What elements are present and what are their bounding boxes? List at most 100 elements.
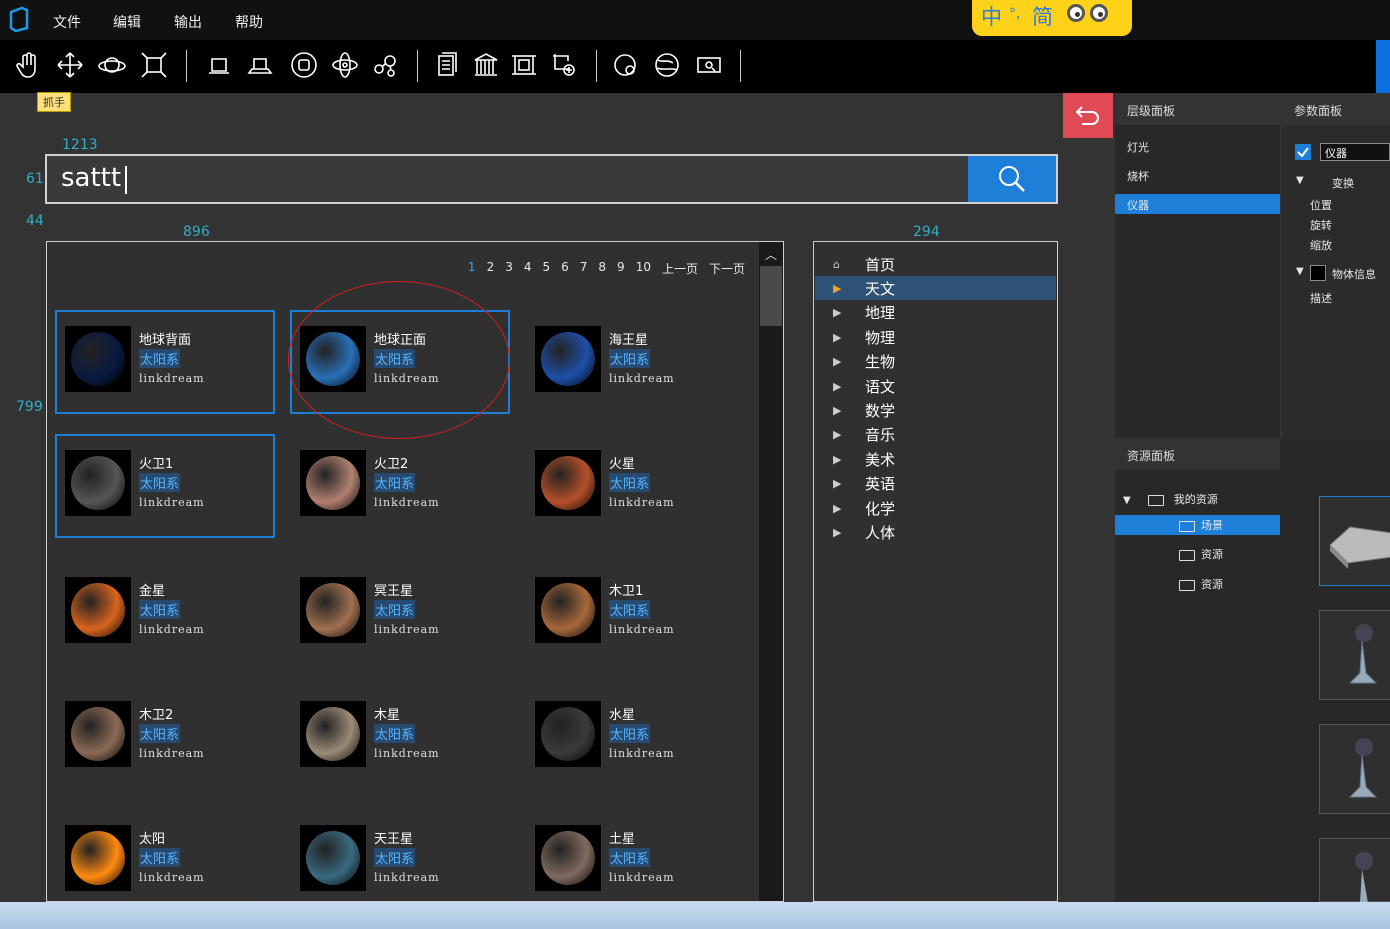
visible-checkbox[interactable] — [1295, 144, 1311, 160]
scale-icon[interactable] — [138, 49, 170, 81]
result-card[interactable]: 火星 太阳系 linkdream — [525, 434, 745, 538]
card-tag[interactable]: 太阳系 — [374, 473, 416, 492]
molecule-icon[interactable] — [369, 49, 401, 81]
result-card[interactable]: 金星 太阳系 linkdream — [55, 561, 275, 665]
page-link[interactable]: 2 — [487, 260, 495, 277]
collapse-arrow-icon[interactable]: ▼ — [1123, 495, 1131, 506]
camera-icon[interactable] — [610, 49, 642, 81]
next-page-link[interactable]: 下一页 — [709, 260, 745, 277]
collapse-arrow-icon[interactable]: ▼ — [1296, 175, 1304, 186]
resource-thumbnail[interactable] — [1319, 496, 1390, 586]
result-card[interactable]: 地球背面 太阳系 linkdream — [55, 310, 275, 414]
card-tag[interactable]: 太阳系 — [609, 724, 651, 743]
result-card[interactable]: 木卫2 太阳系 linkdream — [55, 685, 275, 789]
back-button[interactable] — [1063, 93, 1113, 138]
card-tag[interactable]: 太阳系 — [609, 600, 651, 619]
menu-help[interactable]: 帮助 — [235, 12, 263, 32]
resource-thumbnail[interactable] — [1319, 724, 1390, 814]
page-link[interactable]: 8 — [598, 260, 606, 277]
layer-item[interactable]: 仪器 — [1115, 194, 1280, 214]
globe-icon[interactable] — [651, 49, 683, 81]
result-card[interactable]: 火卫2 太阳系 linkdream — [290, 434, 510, 538]
resource-root[interactable]: ▼ 我的资源 — [1115, 491, 1280, 511]
ime-mode[interactable]: 简 — [1032, 1, 1053, 31]
page-link[interactable]: 1 — [468, 260, 476, 277]
circle-icon[interactable] — [288, 49, 320, 81]
building-icon[interactable] — [470, 49, 502, 81]
card-tag[interactable]: 太阳系 — [139, 724, 181, 743]
resource-thumbnail[interactable] — [1319, 610, 1390, 700]
layer-item[interactable]: 烧杯 — [1115, 165, 1280, 185]
platform-icon[interactable] — [244, 49, 276, 81]
hand-icon[interactable] — [12, 49, 44, 81]
screen-icon[interactable] — [693, 49, 725, 81]
transform-icon[interactable] — [548, 49, 580, 81]
page-link[interactable]: 4 — [524, 260, 532, 277]
result-card[interactable]: 土星 太阳系 linkdream — [525, 809, 745, 913]
resource-item[interactable]: 资源 — [1115, 544, 1280, 564]
frame-icon[interactable] — [508, 49, 540, 81]
category-item[interactable]: ▶ 语文 — [815, 374, 1056, 398]
page-link[interactable]: 10 — [636, 260, 651, 277]
menu-output[interactable]: 输出 — [174, 12, 202, 32]
result-card[interactable]: 木卫1 太阳系 linkdream — [525, 561, 745, 665]
card-tag[interactable]: 太阳系 — [139, 600, 181, 619]
ime-punct-icon[interactable]: °, — [1009, 6, 1020, 22]
page-link[interactable]: 5 — [542, 260, 550, 277]
card-tag[interactable]: 太阳系 — [374, 600, 416, 619]
category-item[interactable]: ▶ 音乐 — [815, 423, 1056, 447]
result-card[interactable]: 太阳 太阳系 linkdream — [55, 809, 275, 913]
ime-lang[interactable]: 中 — [981, 1, 1002, 31]
scrollbar[interactable]: ︿ — [759, 242, 783, 901]
card-tag[interactable]: 太阳系 — [139, 473, 181, 492]
card-tag[interactable]: 太阳系 — [609, 473, 651, 492]
result-card[interactable]: 天王星 太阳系 linkdream — [290, 809, 510, 913]
document-icon[interactable] — [431, 49, 463, 81]
transform-section[interactable]: 变换 — [1332, 175, 1354, 191]
page-link[interactable]: 6 — [561, 260, 569, 277]
category-item[interactable]: ▶ 人体 — [815, 520, 1056, 544]
category-item[interactable]: ▶ 物理 — [815, 325, 1056, 349]
card-tag[interactable]: 太阳系 — [609, 349, 651, 368]
category-item[interactable]: ▶ 英语 — [815, 472, 1056, 496]
object-info-section[interactable]: 物体信息 — [1332, 266, 1376, 282]
category-item[interactable]: ▶ 美术 — [815, 447, 1056, 471]
atom-icon[interactable] — [329, 49, 361, 81]
object-name-input[interactable]: 仪器 — [1320, 143, 1390, 161]
search-button[interactable] — [968, 156, 1056, 202]
result-card[interactable]: 冥王星 太阳系 linkdream — [290, 561, 510, 665]
page-link[interactable]: 3 — [505, 260, 513, 277]
category-item[interactable]: ▶ 生物 — [815, 350, 1056, 374]
card-tag[interactable]: 太阳系 — [374, 848, 416, 867]
scrollbar-thumb[interactable] — [760, 266, 782, 326]
resource-thumbnail[interactable] — [1319, 838, 1390, 903]
category-item[interactable]: ▶ 天文 — [815, 276, 1056, 301]
box-icon[interactable] — [203, 49, 235, 81]
scroll-up-icon[interactable]: ︿ — [759, 242, 783, 266]
layer-item[interactable]: 灯光 — [1115, 136, 1280, 156]
result-card[interactable]: 木星 太阳系 linkdream — [290, 685, 510, 789]
category-item[interactable]: ▶ 化学 — [815, 496, 1056, 520]
card-tag[interactable]: 太阳系 — [374, 724, 416, 743]
card-tag[interactable]: 太阳系 — [609, 848, 651, 867]
search-input[interactable]: sattt — [61, 163, 121, 193]
resource-item[interactable]: 资源 — [1115, 574, 1280, 594]
resource-item[interactable]: 场景 — [1115, 515, 1280, 535]
result-card[interactable]: 火卫1 太阳系 linkdream — [55, 434, 275, 538]
result-card[interactable]: 水星 太阳系 linkdream — [525, 685, 745, 789]
category-item[interactable]: ▶ 地理 — [815, 301, 1056, 325]
page-link[interactable]: 7 — [580, 260, 588, 277]
menu-edit[interactable]: 编辑 — [113, 12, 141, 32]
move-icon[interactable] — [54, 49, 86, 81]
page-link[interactable]: 9 — [617, 260, 625, 277]
card-tag[interactable]: 太阳系 — [139, 848, 181, 867]
collapse-arrow-icon[interactable]: ▼ — [1296, 266, 1304, 277]
card-tag[interactable]: 太阳系 — [139, 349, 181, 368]
prev-page-link[interactable]: 上一页 — [662, 260, 698, 277]
category-item[interactable]: ▶ 数学 — [815, 398, 1056, 422]
category-item[interactable]: ⌂ 首页 — [815, 252, 1056, 276]
ime-toolbar[interactable]: 中 °, 简 — [972, 0, 1132, 36]
orbit-icon[interactable] — [96, 49, 128, 81]
color-swatch[interactable] — [1310, 265, 1326, 281]
result-card[interactable]: 海王星 太阳系 linkdream — [525, 310, 745, 414]
